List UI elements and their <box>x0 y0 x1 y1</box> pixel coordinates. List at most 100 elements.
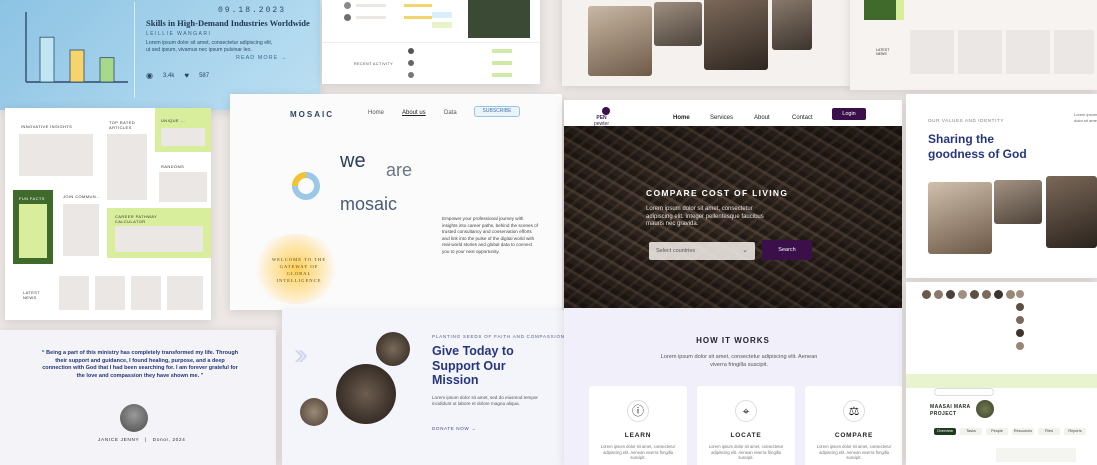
testimonial-quote: “ Being a part of this ministry has comp… <box>41 350 239 379</box>
placeholder-tile <box>161 128 205 146</box>
placeholder-tile <box>1006 30 1050 74</box>
headline-are: are <box>386 160 413 180</box>
tab-files[interactable]: Files <box>1038 428 1060 435</box>
mosaic-logo[interactable]: MOSAIC <box>290 110 334 119</box>
step-card-locate[interactable]: ⌖ LOCATE Lorem ipsum dolor sit amet, conse… <box>697 386 795 465</box>
photo-group <box>704 0 768 70</box>
placeholder-tile <box>115 226 203 252</box>
ring-logo-icon <box>292 172 320 200</box>
status-badge <box>432 22 452 28</box>
brand-logo-icon[interactable] <box>602 107 610 115</box>
placeholder-tile <box>59 276 89 310</box>
search-button[interactable]: Search <box>762 240 812 260</box>
chevrons-icon: ›› <box>294 338 308 371</box>
placeholder-tile <box>910 30 954 74</box>
grid-label: CAREER PATHWAY CALCULATOR <box>115 214 158 224</box>
subscribe-button[interactable]: SUBSCRIBE <box>474 106 520 117</box>
heart-icon[interactable]: ♥ <box>184 71 189 80</box>
grid-label: TOP RATED ARTICLES <box>109 120 136 130</box>
project-dashboard-card: MAASAI MARA PROJECT Overview Tasks People R… <box>906 282 1097 465</box>
nav-home[interactable]: Home <box>368 110 384 116</box>
read-more-label: READ MORE <box>236 55 279 61</box>
welcome-tagline: WELCOME TO THE GATEWAY OF GLOBAL INTELLI… <box>271 257 327 283</box>
placeholder-tile <box>131 276 161 310</box>
placeholder-tile <box>107 134 147 200</box>
project-tabs: Overview Tasks People Resources Files Reports <box>934 428 1086 435</box>
mosaic-body: Empower your professional journey with i… <box>442 216 539 254</box>
tab-resources[interactable]: Resources <box>1012 428 1034 435</box>
article-date: 09.18.2023 <box>218 6 287 15</box>
separator: | <box>141 438 151 443</box>
login-button[interactable]: Login <box>832 108 866 120</box>
placeholder-tile <box>63 204 99 256</box>
avatar <box>994 290 1003 299</box>
grid-label: LATEST NEWS <box>23 290 41 300</box>
step-card-learn[interactable]: ⓘ LEARN Lorem ipsum dolor sit amet, consec… <box>589 386 687 465</box>
grid-label: UNIQUE ... <box>161 118 186 123</box>
avatar <box>408 48 414 54</box>
nav-about[interactable]: About us <box>402 110 426 116</box>
avatar <box>344 14 351 21</box>
article-title[interactable]: Skills in High-Demand Industries Worldwi… <box>146 18 316 28</box>
status-badge <box>492 73 512 77</box>
tree-illustration <box>976 400 994 418</box>
step-description: Lorem ipsum dolor sit amet, consectetur … <box>708 444 784 460</box>
avatar <box>982 290 991 299</box>
step-description: Lorem ipsum dolor sit amet, consectetur … <box>600 444 676 460</box>
list-placeholder <box>356 4 386 7</box>
step-card-compare[interactable]: ⚖ COMPARE Lorem ipsum dolor sit amet, cons… <box>805 386 902 465</box>
avatar <box>922 290 931 299</box>
avatar <box>1006 290 1015 299</box>
values-kicker: OUR VALUES AND IDENTITY <box>928 118 1004 123</box>
values-heading: Sharing the goodness of God <box>928 132 1027 161</box>
avatar <box>958 290 967 299</box>
avatar <box>946 290 955 299</box>
arrow-right-icon: → <box>471 426 477 431</box>
avatar <box>408 72 414 78</box>
eye-icon: ◉ <box>146 71 153 80</box>
donation-kicker: PLANTING SEEDS OF FAITH AND COMPASSION <box>432 334 565 339</box>
donate-now-link[interactable]: DONATE NOW → <box>432 426 476 431</box>
tab-reports[interactable]: Reports <box>1064 428 1086 435</box>
article-excerpt: Lorem ipsum dolor sit amet, consectetur … <box>146 40 273 53</box>
values-side-text: Lorem ipsum dolor sit amet <box>1074 112 1097 123</box>
status-badge <box>492 61 512 65</box>
headline-we: we <box>340 150 366 172</box>
country-select[interactable]: Select countries ⌄ <box>649 242 755 260</box>
avatar <box>1016 303 1024 311</box>
article-author: LEILLIE WANGARI <box>146 31 212 37</box>
step-title: LOCATE <box>730 432 762 439</box>
search-field[interactable] <box>934 388 994 396</box>
nav-services[interactable]: Services <box>710 115 733 121</box>
image-thumbnail <box>468 0 530 38</box>
grid-label: FUN FACTS <box>19 196 45 201</box>
headline-mosaic: mosaic <box>340 194 398 214</box>
grid-card-top-right: LATEST NEWS <box>850 0 1097 90</box>
author-role: Donor, 2024 <box>152 438 186 443</box>
step-description: Lorem ipsum dolor sit amet, consectetur … <box>816 444 892 460</box>
nav-data[interactable]: Data <box>444 110 457 116</box>
article-bar-chart <box>25 12 128 83</box>
placeholder-tile <box>958 30 1002 74</box>
author-name: JANICE JENNY <box>98 438 140 443</box>
grid-label: JOIN COMMUN... <box>63 194 101 199</box>
placeholder-tile <box>167 276 203 310</box>
tab-tasks[interactable]: Tasks <box>960 428 982 435</box>
tab-people[interactable]: People <box>986 428 1008 435</box>
card-divider <box>134 2 135 98</box>
select-placeholder: Select countries <box>656 248 696 254</box>
read-more-link[interactable]: READ MORE → <box>236 55 287 61</box>
tab-overview[interactable]: Overview <box>934 428 956 435</box>
dashboard-top-card: RECENT ACTIVITY <box>322 0 540 84</box>
nav-about[interactable]: About <box>754 115 770 121</box>
crosshair-icon: ⌖ <box>735 400 757 422</box>
placeholder-tile <box>159 172 207 202</box>
avatar <box>120 404 148 432</box>
placeholder-tile <box>996 448 1076 462</box>
nav-contact[interactable]: Contact <box>792 115 813 121</box>
avatar <box>970 290 979 299</box>
values-card: OUR VALUES AND IDENTITY Sharing the good… <box>906 94 1097 278</box>
photo-circle-mini <box>300 398 328 426</box>
design-showcase: 09.18.2023 Skills in High-Demand Industr… <box>0 0 1097 465</box>
nav-home[interactable]: Home <box>673 115 690 121</box>
